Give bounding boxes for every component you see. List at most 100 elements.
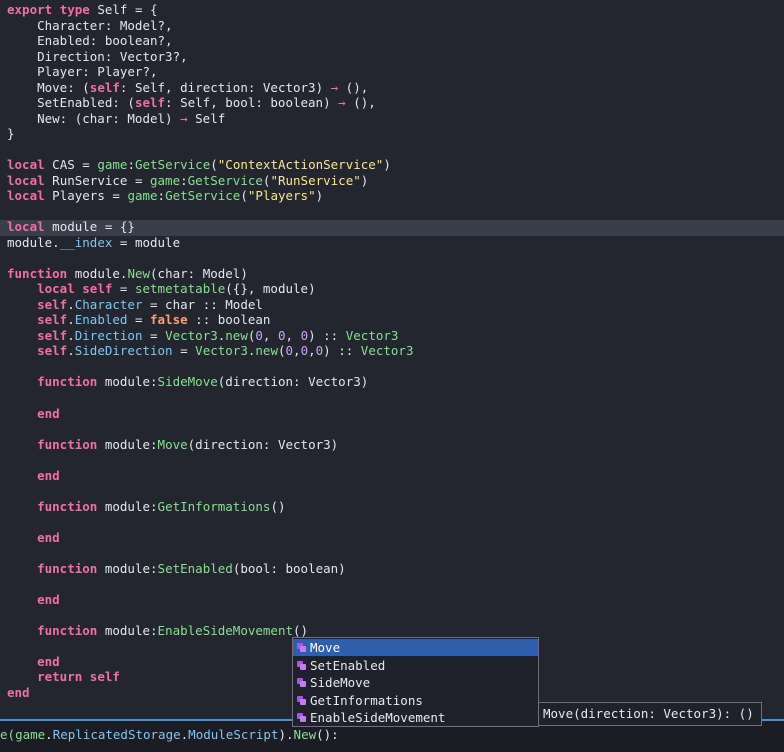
- code-token: "RunService": [270, 172, 361, 188]
- code-token: 0: [285, 343, 294, 359]
- code-token: end: [37, 467, 60, 483]
- code-line[interactable]: SetEnabled: (self: Self, bool: boolean) …: [7, 95, 376, 111]
- code-token: module:: [97, 436, 158, 452]
- code-line[interactable]: Character: Model?,: [7, 18, 172, 34]
- code-line[interactable]: self.SideDirection = Vector3.new(0,0,0) …: [7, 343, 413, 359]
- code-line[interactable]: self.Direction = Vector3.new(0, 0, 0) ::…: [7, 328, 398, 344]
- code-token: end: [37, 653, 60, 669]
- code-token: type: [59, 2, 90, 17]
- code-token: end: [37, 591, 60, 607]
- code-line[interactable]: return self: [7, 669, 120, 685]
- code-editor[interactable]: export type Self = { Character: Model?, …: [0, 0, 784, 718]
- code-token: =: [112, 281, 135, 297]
- code-line[interactable]: module.__index = module: [7, 235, 180, 251]
- code-token: module.: [67, 265, 128, 281]
- code-token: New: [127, 265, 151, 281]
- code-line[interactable]: function module.New(char: Model): [7, 266, 248, 282]
- code-line[interactable]: export type Self = {: [7, 2, 158, 18]
- autocomplete-popup[interactable]: Move SetEnabled SideMove GetInformations Ena…: [292, 637, 539, 727]
- code-token: .: [67, 343, 75, 359]
- code-token: =: [127, 312, 151, 328]
- code-token: Direction: Vector3?,: [7, 48, 188, 64]
- code-token: Enabled: [74, 312, 128, 328]
- code-token: self: [37, 343, 68, 359]
- code-token: Self = {: [89, 2, 158, 17]
- code-token: "Players": [247, 188, 316, 204]
- code-token: .: [45, 727, 53, 742]
- code-token: SetEnabled: [157, 560, 233, 576]
- code-line[interactable]: }: [7, 126, 15, 142]
- autocomplete-item[interactable]: GetInformations: [293, 692, 538, 709]
- code-token: =: [142, 327, 166, 343]
- code-token: function: [37, 560, 98, 576]
- code-token: }: [7, 126, 15, 142]
- code-token: function: [37, 622, 98, 638]
- code-token: SideDirection: [74, 343, 173, 359]
- code-token: Character: [74, 296, 143, 312]
- code-token: Players =: [44, 188, 128, 204]
- code-line[interactable]: end: [7, 592, 60, 608]
- code-token: __index: [59, 234, 113, 250]
- autocomplete-item[interactable]: SideMove: [293, 674, 538, 691]
- method-icon: [297, 660, 307, 670]
- signature-tooltip: Move(direction: Vector3): (): [538, 702, 762, 726]
- code-line[interactable]: function module:GetInformations(): [7, 498, 285, 515]
- code-token: game: [127, 188, 158, 204]
- autocomplete-item-label: GetInformations: [310, 692, 423, 708]
- autocomplete-item[interactable]: EnableSideMovement: [293, 709, 538, 726]
- code-token: New: (char: Model): [7, 110, 181, 126]
- code-line[interactable]: function module:EnableSideMovement(): [7, 623, 308, 639]
- code-token: self: [82, 281, 113, 297]
- code-token: (char: Model): [150, 265, 248, 281]
- code-token: function: [37, 498, 98, 514]
- autocomplete-item[interactable]: Move: [293, 639, 538, 656]
- code-token: local: [7, 157, 45, 173]
- code-token: game: [150, 172, 181, 188]
- method-icon: [297, 713, 307, 722]
- code-token: 0: [277, 327, 286, 343]
- code-token: self: [89, 79, 120, 95]
- code-line[interactable]: end: [7, 685, 30, 701]
- command-input[interactable]: e(game.ReplicatedStorage.ModuleScript).N…: [0, 727, 339, 742]
- code-token: SetEnabled: (: [7, 95, 135, 111]
- code-line[interactable]: self.Character = char :: Model: [7, 297, 263, 313]
- code-token: export: [7, 2, 53, 17]
- code-line[interactable]: Direction: Vector3?,: [7, 49, 188, 65]
- code-line[interactable]: Player: Player?,: [7, 64, 157, 80]
- autocomplete-item[interactable]: SetEnabled: [293, 657, 538, 674]
- code-line[interactable]: local CAS = game:GetService("ContextActi…: [7, 157, 391, 173]
- code-line[interactable]: end: [7, 654, 60, 670]
- code-line[interactable]: local Players = game:GetService("Players…: [7, 188, 323, 204]
- code-token: (): [293, 622, 309, 638]
- code-token: :: [180, 172, 188, 188]
- code-token: (bool: boolean): [232, 560, 346, 576]
- code-token: ,: [308, 343, 316, 359]
- code-token: ) ::: [323, 343, 361, 359]
- code-line[interactable]: function module:SideMove(direction: Vect…: [7, 374, 368, 390]
- code-line[interactable]: Move: (self: Self, direction: Vector3) →…: [7, 80, 368, 96]
- code-line[interactable]: end: [7, 406, 60, 422]
- code-line[interactable]: function module:Move(direction: Vector3): [7, 437, 338, 453]
- code-token: e(: [0, 727, 16, 742]
- code-token: SideMove: [157, 374, 218, 390]
- code-line[interactable]: local module = {}: [7, 219, 135, 235]
- code-token: (: [210, 157, 218, 173]
- code-token: Enabled: boolean?,: [7, 33, 173, 49]
- code-line[interactable]: local self = setmetatable({}, module): [7, 281, 315, 297]
- code-line[interactable]: end: [7, 530, 60, 546]
- code-line[interactable]: New: (char: Model) → Self: [7, 111, 225, 127]
- code-line[interactable]: Enabled: boolean?,: [7, 33, 173, 49]
- code-line[interactable]: end: [7, 468, 60, 484]
- code-line[interactable]: self.Enabled = false :: boolean: [7, 312, 270, 328]
- code-line[interactable]: function module:SetEnabled(bool: boolean…: [7, 561, 346, 577]
- code-token: →: [338, 95, 346, 111]
- code-line[interactable]: local RunService = game:GetService("RunS…: [7, 173, 368, 189]
